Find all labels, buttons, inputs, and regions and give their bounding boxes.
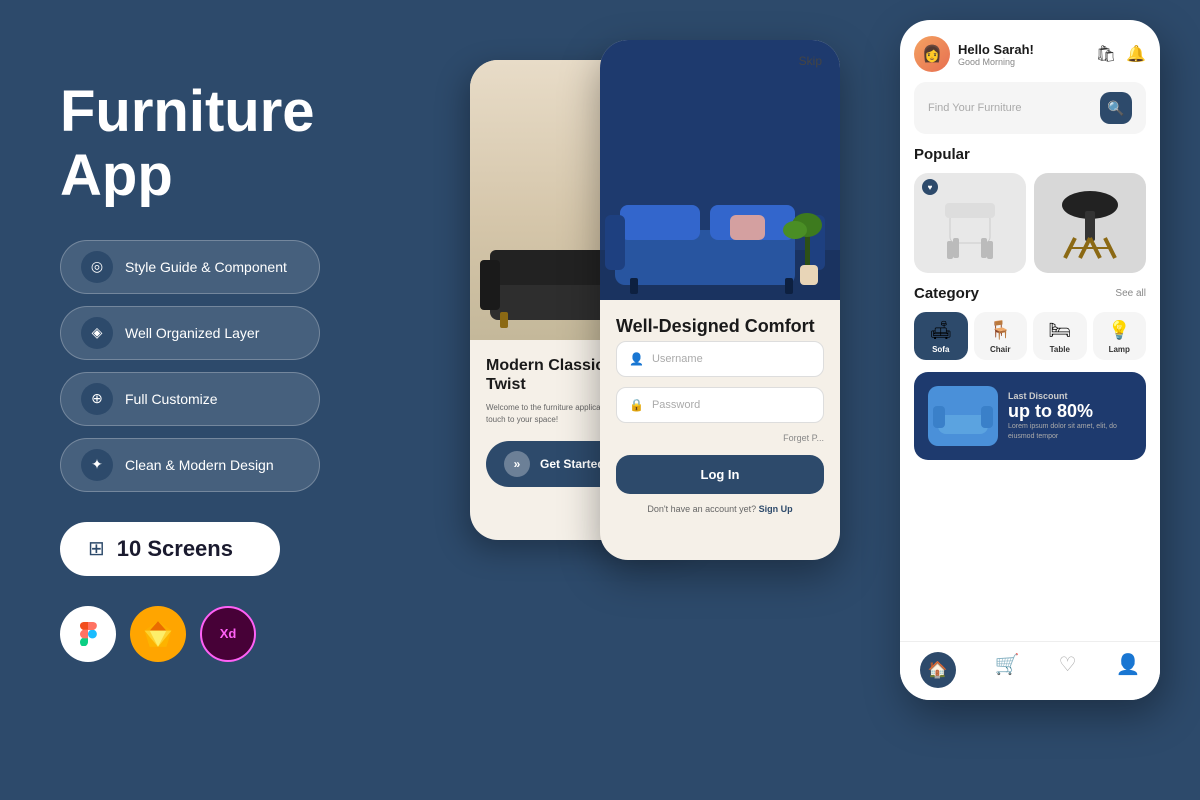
popular-item-chair[interactable]: ♥ <box>914 173 1026 273</box>
left-section: Furniture App ◎ Style Guide & Component … <box>60 80 400 662</box>
bell-icon[interactable]: 🔔 <box>1126 44 1146 64</box>
get-started-label: Get Started <box>540 457 605 471</box>
phone-login: Skip <box>600 40 840 560</box>
clean-modern-icon: ✦ <box>81 449 113 481</box>
discount-banner: Last Discount up to 80% Lorem ipsum dolo… <box>914 372 1146 460</box>
skip-button[interactable]: Skip <box>799 54 822 68</box>
full-customize-icon: ⊕ <box>81 383 113 415</box>
user-icon: 👤 <box>629 352 644 366</box>
signup-text: Don't have an account yet? Sign Up <box>616 504 824 514</box>
phones-container: Modern Classics in Every Twist Welcome t… <box>440 0 1200 800</box>
greeting-area: Hello Sarah! Good Morning <box>958 42 1088 67</box>
table-icon: 🛏 <box>1048 320 1071 341</box>
category-title: Category <box>914 285 979 302</box>
login-button[interactable]: Log In <box>616 455 824 494</box>
category-grid: 🛋 Sofa 🪑 Chair 🛏 Table 💡 Lamp <box>900 312 1160 360</box>
lamp-label: Lamp <box>1109 345 1130 354</box>
figma-icon <box>60 606 116 662</box>
user-avatar: 👩 <box>914 36 950 72</box>
bottom-navigation: 🏠 🛒 ♡ 👤 <box>900 641 1160 700</box>
login-title: Well-Designed Comfort <box>616 316 824 337</box>
profile-icon: 👤 <box>1116 652 1141 677</box>
app-title: Furniture App <box>60 80 400 208</box>
popular-item-stool[interactable] <box>1034 173 1146 273</box>
forget-password[interactable]: Forget P... <box>616 433 824 443</box>
shop-icon: 🛒 <box>995 652 1020 677</box>
arrow-icon: » <box>504 451 530 477</box>
well-organized-icon: ◈ <box>81 317 113 349</box>
xd-icon: Xd <box>200 606 256 662</box>
favorite-dot: ♥ <box>922 179 938 195</box>
feature-style-guide: ◎ Style Guide & Component <box>60 240 320 294</box>
discount-desc: Lorem ipsum dolor sit amet, elit, do eiu… <box>1008 422 1132 442</box>
feature-list: ◎ Style Guide & Component ◈ Well Organiz… <box>60 240 400 492</box>
discount-percent: up to 80% <box>1008 401 1132 422</box>
nav-shop[interactable]: 🛒 <box>995 652 1020 688</box>
login-area: Well-Designed Comfort 👤 Username 🔒 Passw… <box>600 300 840 530</box>
sofa-label: Sofa <box>932 345 949 354</box>
category-sofa[interactable]: 🛋 Sofa <box>914 312 968 360</box>
password-field[interactable]: 🔒 Password <box>616 387 824 423</box>
feature-well-organized-label: Well Organized Layer <box>125 325 259 341</box>
category-header: Category See all <box>900 285 1160 302</box>
nav-home[interactable]: 🏠 <box>920 652 956 688</box>
search-button[interactable]: 🔍 <box>1100 92 1132 124</box>
lock-icon: 🔒 <box>629 398 644 412</box>
discount-text: Last Discount up to 80% Lorem ipsum dolo… <box>1008 391 1132 442</box>
tool-icons: Xd <box>60 606 400 662</box>
username-placeholder: Username <box>652 353 703 365</box>
screens-count: 10 Screens <box>117 536 233 562</box>
chair-icon: 🪑 <box>989 320 1011 341</box>
hello-text: Hello Sarah! <box>958 42 1088 57</box>
chair-black-image <box>1034 173 1146 273</box>
header-icons: 🛍 🔔 <box>1096 44 1146 64</box>
popular-title: Popular <box>900 146 1160 163</box>
phone2-hero <box>600 40 840 300</box>
category-lamp[interactable]: 💡 Lamp <box>1093 312 1147 360</box>
category-table[interactable]: 🛏 Table <box>1033 312 1087 360</box>
lamp-icon: 💡 <box>1108 320 1130 341</box>
feature-style-guide-label: Style Guide & Component <box>125 259 287 275</box>
screens-badge: ⊞ 10 Screens <box>60 522 280 576</box>
feature-clean-modern: ✦ Clean & Modern Design <box>60 438 320 492</box>
see-all-link[interactable]: See all <box>1115 288 1146 299</box>
sofa-icon: 🛋 <box>929 320 952 341</box>
feature-full-customize-label: Full Customize <box>125 391 218 407</box>
discount-subtitle: Last Discount <box>1008 391 1132 401</box>
heart-icon: ♡ <box>1059 652 1077 677</box>
username-field[interactable]: 👤 Username <box>616 341 824 377</box>
good-morning: Good Morning <box>958 57 1088 67</box>
search-placeholder: Find Your Furniture <box>928 102 1092 114</box>
style-guide-icon: ◎ <box>81 251 113 283</box>
phone-home: 👩 Hello Sarah! Good Morning 🛍 🔔 Find You… <box>900 20 1160 700</box>
chair-label: Chair <box>990 345 1010 354</box>
table-label: Table <box>1050 345 1070 354</box>
sketch-icon <box>130 606 186 662</box>
search-bar[interactable]: Find Your Furniture 🔍 <box>914 82 1146 134</box>
discount-sofa-image <box>928 386 998 446</box>
nav-profile[interactable]: 👤 <box>1116 652 1141 688</box>
signup-link[interactable]: Sign Up <box>759 504 793 514</box>
cart-icon[interactable]: 🛍 <box>1096 44 1116 64</box>
password-placeholder: Password <box>652 399 700 411</box>
app-header: 👩 Hello Sarah! Good Morning 🛍 🔔 <box>900 20 1160 82</box>
popular-grid: ♥ <box>900 173 1160 273</box>
category-chair[interactable]: 🪑 Chair <box>974 312 1028 360</box>
feature-clean-modern-label: Clean & Modern Design <box>125 457 274 473</box>
screens-icon: ⊞ <box>88 536 105 561</box>
nav-favorites[interactable]: ♡ <box>1059 652 1077 688</box>
feature-well-organized: ◈ Well Organized Layer <box>60 306 320 360</box>
feature-full-customize: ⊕ Full Customize <box>60 372 320 426</box>
home-icon: 🏠 <box>920 652 956 688</box>
